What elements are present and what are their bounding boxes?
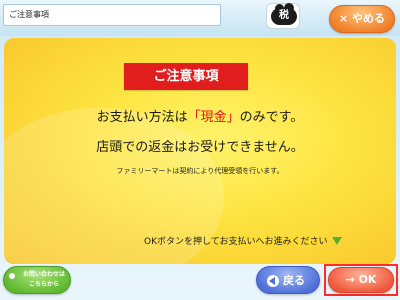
inquiry-label-line2: こちらから	[28, 281, 59, 288]
back-arrow-icon	[267, 275, 279, 287]
down-arrow-icon	[332, 237, 343, 245]
screen-title: ご注意事項	[3, 4, 221, 26]
header-bar: ご注意事項 税 × やめる	[0, 0, 400, 36]
inquiry-label: お問い合わせは こちらから	[18, 270, 70, 290]
notice-panel: ご注意事項 お支払い方法は「現金」のみです。 店頭での返金はお受けできません。 …	[4, 38, 396, 264]
proceed-guide-text: OKボタンを押してお支払いへお進みください	[144, 237, 328, 247]
ok-button[interactable]: → OK	[328, 267, 394, 293]
tax-icon: 税	[266, 3, 300, 29]
payment-method-prefix: お支払い方法は	[96, 110, 188, 125]
cancel-button[interactable]: × やめる	[329, 5, 395, 33]
payment-method-suffix: のみです。	[239, 110, 304, 125]
tax-icon-label: 税	[279, 10, 289, 21]
back-label: 戻る	[283, 274, 305, 287]
chat-bubble-icon	[9, 273, 15, 279]
inquiry-label-line1: お問い合わせは	[22, 271, 65, 278]
back-button[interactable]: 戻る	[256, 266, 320, 294]
screen-frame: ご注意事項 税 × やめる ご注意事項 お支払い方法は「現金」のみです。 店頭で…	[0, 0, 400, 300]
notice-heading: ご注意事項	[124, 63, 248, 90]
inquiry-button[interactable]: お問い合わせは こちらから	[3, 266, 71, 294]
agency-notice-text: ファミリーマートは契約により代理受領を行います。	[116, 167, 284, 175]
payment-method-highlight: 「現金」	[187, 110, 240, 125]
proceed-guide: OKボタンを押してお支払いへお進みください	[144, 234, 394, 247]
payment-method-text: お支払い方法は「現金」のみです。	[4, 106, 396, 125]
footer-bar: お問い合わせは こちらから 戻る → OK	[0, 264, 400, 300]
refund-notice-text: 店頭での返金はお受けできません。	[96, 140, 304, 155]
